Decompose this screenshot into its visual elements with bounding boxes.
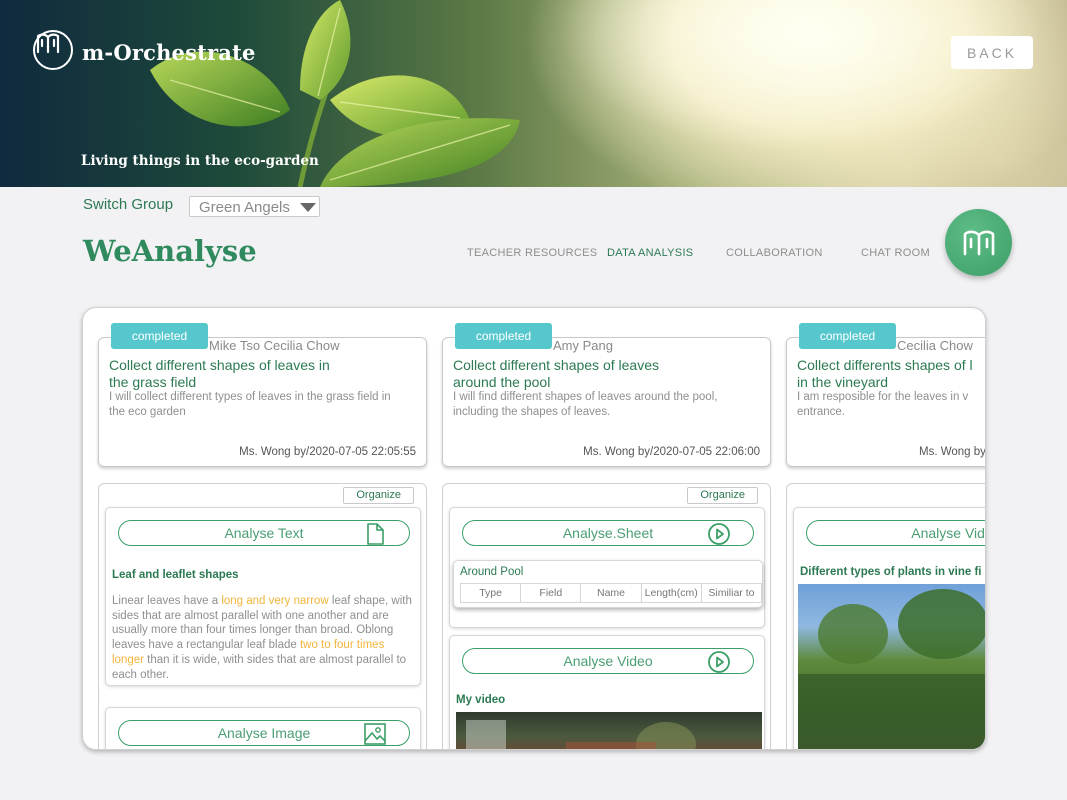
- organize-button[interactable]: Organize: [687, 487, 758, 504]
- analysis-item-image: Analyse Image: [105, 707, 421, 749]
- item-heading: Different types of plants in vine fi: [800, 566, 982, 578]
- analyse-image-button[interactable]: Analyse Image: [118, 720, 410, 746]
- group-members: Mike Tso Cecilia Chow: [209, 338, 340, 353]
- nav-chat-room[interactable]: CHAT ROOM: [861, 247, 930, 259]
- task-title-line: Collect differents shapes of l: [797, 357, 973, 373]
- nav-teacher-resources[interactable]: TEACHER RESOURCES: [467, 247, 597, 259]
- nav-collaboration[interactable]: COLLABORATION: [726, 247, 823, 259]
- task-description: I will collect different types of leaves…: [109, 391, 391, 418]
- analyse-image-label: Analyse Image: [217, 725, 311, 741]
- status-badge: completed: [455, 323, 552, 349]
- page-title: WeAnalyse: [83, 234, 257, 268]
- sheet-column-header: Length(cm): [642, 584, 702, 602]
- task-description: I will find different shapes of leaves a…: [453, 391, 718, 418]
- sheet-header-row: Type Field Name Length(cm) Similiar to: [460, 583, 762, 603]
- task-title: Collect different shapes of leaves aroun…: [453, 357, 753, 391]
- item-text-body: Linear leaves have a long and very narro…: [112, 595, 412, 681]
- organize-button[interactable]: Organize: [343, 487, 414, 504]
- header-banner: m-Orchestrate Living things in the eco-g…: [0, 0, 1067, 187]
- book-menu-button[interactable]: [945, 209, 1012, 276]
- status-badge: completed: [111, 323, 208, 349]
- analyse-video-button[interactable]: Analyse Video: [462, 648, 754, 674]
- task-card[interactable]: Collect different shapes of leaves in th…: [98, 337, 427, 467]
- analyse-video-label: Analyse Video: [563, 653, 653, 669]
- play-icon: [708, 651, 730, 673]
- group-select-value: Green Angels: [199, 199, 290, 216]
- task-meta: Ms. Wong by/2020-07-05 22:05:55: [239, 446, 416, 458]
- book-icon: [963, 230, 994, 255]
- task-title-line: in the vineyard: [797, 374, 889, 390]
- analyse-video-button[interactable]: Analyse Vide: [806, 520, 986, 546]
- task-card[interactable]: Collect differents shapes of l in the vi…: [786, 337, 986, 467]
- task-title-line: Collect different shapes of leaves in: [109, 357, 330, 373]
- task-meta: Ms. Wong by: [919, 446, 986, 458]
- video-thumbnail[interactable]: [798, 584, 985, 749]
- task-title: Collect different shapes of leaves in th…: [109, 357, 409, 391]
- item-heading: My video: [456, 694, 506, 706]
- chevron-down-icon: [300, 203, 316, 212]
- analysis-panel: Organize Analyse.Sheet Around Pool Type …: [442, 483, 771, 749]
- analysis-item-text: Analyse Text Leaf and leaflet shapes Lin…: [105, 507, 421, 686]
- back-button[interactable]: BACK: [951, 36, 1033, 69]
- analysis-item-sheet: Analyse.Sheet Around Pool Type Field Nam…: [449, 507, 765, 628]
- sheet-column-header: Similiar to: [708, 587, 755, 599]
- analyse-sheet-button[interactable]: Analyse.Sheet: [462, 520, 754, 546]
- sheet-column-header: Type: [461, 584, 522, 602]
- brand-name: m-Orchestrate: [82, 40, 256, 65]
- analysis-item-video: Analyse Vide Different types of plants i…: [793, 507, 986, 749]
- item-heading: Leaf and leaflet shapes: [112, 569, 239, 581]
- task-title-line: Collect different shapes of leaves: [453, 357, 659, 373]
- task-card[interactable]: Collect different shapes of leaves aroun…: [442, 337, 771, 467]
- analyse-text-button[interactable]: Analyse Text: [118, 520, 410, 546]
- analyse-text-label: Analyse Text: [224, 525, 304, 541]
- analyse-sheet-label: Analyse.Sheet: [562, 525, 654, 541]
- analysis-item-video: Analyse Video My video: [449, 635, 765, 749]
- document-icon: [367, 523, 384, 545]
- sheet-title: Around Pool: [460, 566, 524, 578]
- analyse-video-label: Analyse Vide: [911, 525, 986, 541]
- group-members: Amy Pang: [553, 338, 613, 353]
- status-badge: completed: [799, 323, 896, 349]
- analysis-panel: Analyse Vide Different types of plants i…: [786, 483, 986, 749]
- sheet-column-header: Name: [581, 584, 642, 602]
- nav-data-analysis[interactable]: DATA ANALYSIS: [607, 247, 693, 259]
- task-title-line: around the pool: [453, 374, 551, 390]
- task-title: Collect differents shapes of l in the vi…: [797, 357, 985, 391]
- analysis-board[interactable]: Collect different shapes of leaves in th…: [82, 307, 986, 750]
- sheet-column-header: Field: [521, 584, 582, 602]
- play-icon: [708, 523, 730, 545]
- task-description: I am resposible for the leaves in v entr…: [797, 391, 969, 418]
- sheet-preview[interactable]: Around Pool Type Field Name Length(cm) S…: [453, 560, 763, 608]
- analysis-panel: Organize Analyse Text Leaf and leaflet s…: [98, 483, 427, 749]
- group-members: Cecilia Chow: [897, 338, 973, 353]
- task-title-line: the grass field: [109, 374, 197, 390]
- group-select[interactable]: Green Angels: [189, 196, 320, 217]
- task-meta: Ms. Wong by/2020-07-05 22:06:00: [583, 446, 760, 458]
- topic-subtitle: Living things in the eco-garden: [81, 153, 319, 169]
- switch-group-label: Switch Group: [83, 196, 174, 213]
- image-icon: [364, 723, 386, 745]
- video-thumbnail[interactable]: [456, 712, 762, 749]
- logo-icon: [33, 30, 73, 70]
